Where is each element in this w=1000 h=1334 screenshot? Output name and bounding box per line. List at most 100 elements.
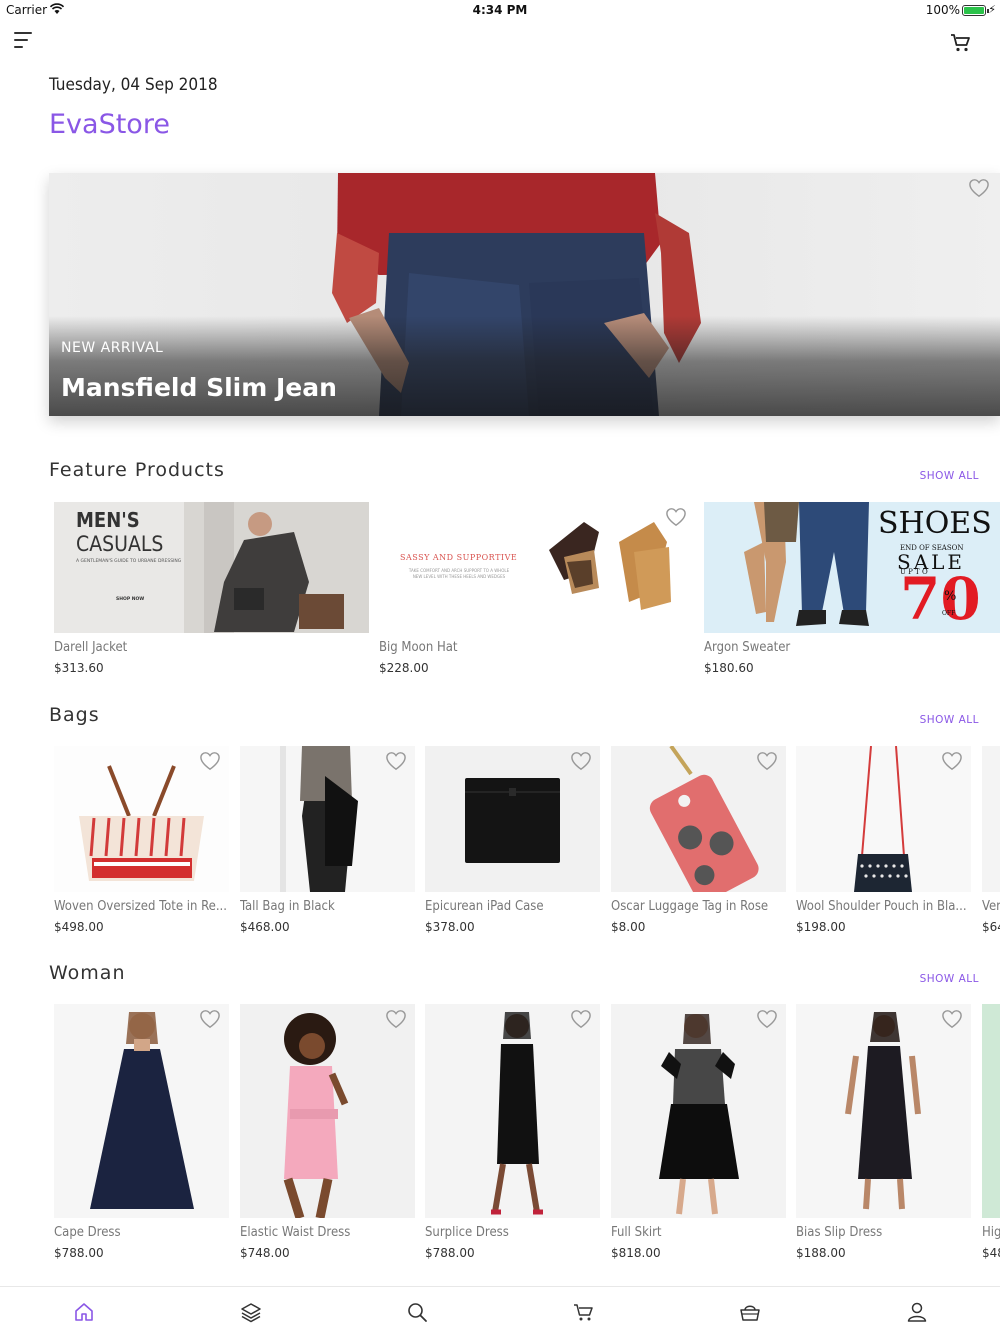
favorite-heart-icon[interactable] [199, 751, 221, 771]
product-card[interactable]: Cape Dress $788.00 [54, 1004, 229, 1260]
product-price: $378.00 [425, 920, 475, 934]
product-price: $180.60 [704, 661, 754, 675]
product-price: $64 [982, 920, 1000, 934]
product-name: Hig [982, 1225, 1000, 1240]
favorite-heart-icon[interactable] [941, 1009, 963, 1029]
favorite-heart-icon[interactable] [570, 751, 592, 771]
show-all-feature-link[interactable]: SHOW ALL [920, 470, 979, 482]
product-card[interactable]: Surplice Dress $788.00 [425, 1004, 600, 1260]
product-name: Woven Oversized Tote in Re... [54, 899, 227, 914]
product-price: $818.00 [611, 1246, 661, 1260]
product-price: $748.00 [240, 1246, 290, 1260]
product-card[interactable]: Ver $64 [982, 746, 1000, 934]
product-name: Darell Jacket [54, 640, 128, 655]
banner-cta: SHOP NOW [116, 597, 145, 602]
product-card[interactable]: Full Skirt $818.00 [611, 1004, 786, 1260]
feature-card[interactable]: SHOES END OF SEASON SALE U P T O 70 % OF… [704, 502, 1000, 675]
cart-icon[interactable] [950, 33, 972, 53]
show-all-woman-link[interactable]: SHOW ALL [920, 973, 979, 985]
product-name: Ver [982, 899, 1000, 914]
product-name: Oscar Luggage Tag in Rose [611, 899, 769, 914]
product-image [425, 1004, 600, 1218]
product-photo [240, 1004, 415, 1218]
favorite-heart-icon[interactable] [968, 178, 990, 198]
product-image: MEN'S CASUALS A GENTLEMAN'S GUIDE TO URB… [54, 502, 369, 633]
product-price: $788.00 [425, 1246, 475, 1260]
favorite-heart-icon[interactable] [756, 1009, 778, 1029]
home-icon[interactable] [73, 1301, 95, 1323]
banner-subtitle: A GENTLEMAN'S GUIDE TO URBANE DRESSING [76, 559, 182, 564]
product-name: Argon Sweater [704, 640, 791, 655]
product-name: Tall Bag in Black [240, 899, 335, 914]
product-price: $188.00 [796, 1246, 846, 1260]
product-card[interactable]: Tall Bag in Black $468.00 [240, 746, 415, 934]
product-price: $468.00 [240, 920, 290, 934]
product-name: Cape Dress [54, 1225, 121, 1240]
battery-icon [962, 5, 989, 16]
favorite-heart-icon[interactable] [199, 1009, 221, 1029]
product-image [982, 746, 1000, 892]
charging-icon: ⚡ [988, 3, 996, 16]
favorite-heart-icon[interactable] [941, 751, 963, 771]
show-all-bags-link[interactable]: SHOW ALL [920, 714, 979, 726]
cart-icon[interactable] [573, 1301, 595, 1323]
product-name: Surplice Dress [425, 1225, 509, 1240]
favorite-heart-icon[interactable] [665, 507, 687, 527]
product-card[interactable]: Wool Shoulder Pouch in Bla... $198.00 [796, 746, 971, 934]
favorite-heart-icon[interactable] [756, 751, 778, 771]
product-card[interactable]: Elastic Waist Dress $748.00 [240, 1004, 415, 1260]
product-image [54, 1004, 229, 1218]
banner-title: SASSY AND SUPPORTIVE [400, 553, 518, 562]
favorite-heart-icon[interactable] [385, 751, 407, 771]
hero-banner[interactable]: NEW ARRIVAL Mansfield Slim Jean [49, 173, 1000, 416]
product-photo [611, 1004, 786, 1218]
search-icon[interactable] [406, 1301, 428, 1323]
current-date: Tuesday, 04 Sep 2018 [49, 75, 218, 95]
banner-title-1: MEN'S [76, 508, 140, 532]
product-card[interactable]: Hig $48 [982, 1004, 1000, 1260]
banner-title-2: CASUALS [76, 532, 164, 556]
favorite-heart-icon[interactable] [570, 1009, 592, 1029]
product-card[interactable]: Bias Slip Dress $188.00 [796, 1004, 971, 1260]
brand-title: EvaStore [49, 109, 170, 140]
section-title-bags: Bags [49, 704, 100, 726]
banner-percent: % [944, 589, 957, 604]
banner-off: OFF [942, 610, 956, 617]
app-screen: { "status_bar": {"carrier": "Carrier", "… [0, 0, 1000, 1334]
bottom-tab-bar [0, 1286, 1000, 1334]
product-name: Bias Slip Dress [796, 1225, 883, 1240]
basket-icon[interactable] [739, 1301, 761, 1323]
product-price: $228.00 [379, 661, 429, 675]
feature-card[interactable]: SASSY AND SUPPORTIVE TAKE COMFORT AND AR… [379, 502, 694, 675]
product-card[interactable]: Woven Oversized Tote in Re... $498.00 [54, 746, 229, 934]
product-name: Full Skirt [611, 1225, 662, 1240]
favorite-heart-icon[interactable] [385, 1009, 407, 1029]
section-title-feature: Feature Products [49, 459, 225, 481]
product-price: $788.00 [54, 1246, 104, 1260]
feature-card[interactable]: MEN'S CASUALS A GENTLEMAN'S GUIDE TO URB… [54, 502, 369, 675]
product-photo [54, 1004, 229, 1218]
product-photo [425, 1004, 600, 1218]
product-image [982, 1004, 1000, 1218]
layers-icon[interactable] [240, 1301, 262, 1323]
clock: 4:34 PM [472, 3, 528, 17]
status-bar: Carrier 4:34 PM 100% ⚡ [0, 0, 1000, 22]
product-card[interactable]: Oscar Luggage Tag in Rose $8.00 [611, 746, 786, 934]
hero-title: Mansfield Slim Jean [61, 373, 337, 402]
product-name: Big Moon Hat [379, 640, 458, 655]
product-price: $48 [982, 1246, 1000, 1260]
product-image: SHOES END OF SEASON SALE U P T O 70 % OF… [704, 502, 1000, 633]
banner-subtitle: TAKE COMFORT AND ARCH SUPPORT TO A WHOLE… [408, 568, 510, 579]
banner-discount: 70 [900, 565, 981, 633]
product-name: Elastic Waist Dress [240, 1225, 351, 1240]
menu-button[interactable] [14, 32, 36, 50]
banner-title: SHOES [878, 506, 992, 541]
product-photo [982, 746, 1000, 892]
product-photo [982, 1004, 1000, 1218]
hero-tag: NEW ARRIVAL [61, 340, 164, 356]
product-image [611, 1004, 786, 1218]
profile-icon[interactable] [906, 1301, 928, 1323]
product-name: Epicurean iPad Case [425, 899, 544, 914]
product-name: Wool Shoulder Pouch in Bla... [796, 899, 967, 914]
product-card[interactable]: Epicurean iPad Case $378.00 [425, 746, 600, 934]
